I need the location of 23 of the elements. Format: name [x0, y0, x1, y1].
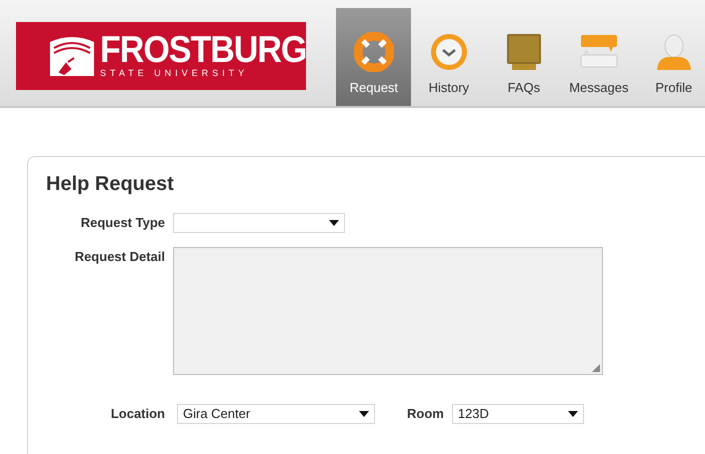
clock-icon	[428, 32, 469, 72]
resize-handle-icon	[592, 364, 600, 372]
nav-tab[interactable]: Request	[336, 8, 412, 106]
caret-icon	[359, 411, 369, 417]
arch-icon	[50, 36, 94, 76]
location-dropdown[interactable]: Gira Center	[177, 404, 375, 424]
nav-tab[interactable]: Messages	[561, 8, 636, 106]
logo-subtitle: STATE UNIVERSITY	[100, 67, 250, 79]
lifebuoy-icon	[354, 32, 394, 72]
nav-tab[interactable]: History	[411, 8, 486, 106]
field-label: Request Type	[80, 214, 166, 232]
room-dropdown[interactable]: 123D	[452, 404, 584, 424]
field-label: Room	[407, 405, 445, 424]
logo-name: FROSTBURG	[100, 31, 306, 69]
caret-icon	[568, 411, 578, 417]
caret-icon	[329, 220, 339, 226]
nav-tab[interactable]: FAQs	[486, 8, 562, 106]
field-label: Location	[110, 405, 166, 424]
form-title: Help Request	[46, 172, 175, 197]
nav-tab[interactable]: Profile	[636, 8, 705, 106]
request-type-dropdown[interactable]	[173, 213, 345, 233]
request-detail-textarea[interactable]	[173, 247, 603, 375]
field-label: Request Detail	[74, 248, 166, 266]
